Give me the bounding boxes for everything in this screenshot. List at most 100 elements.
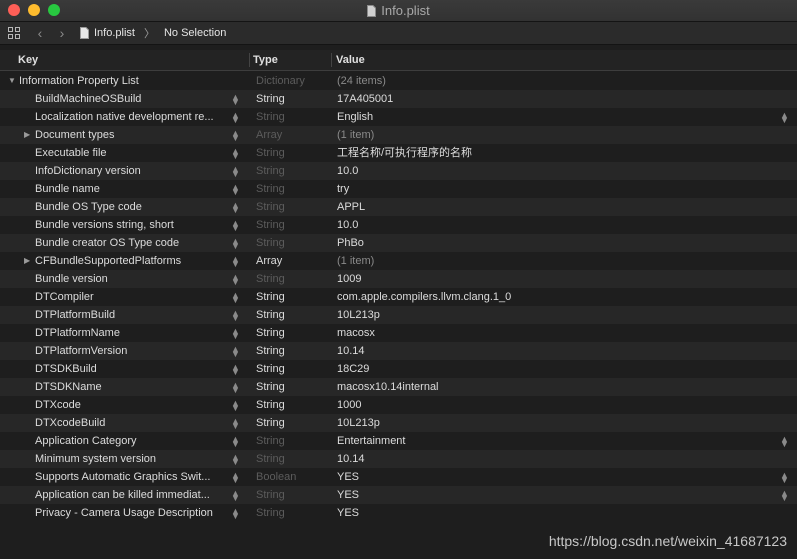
table-row[interactable]: DTSDKBuild ▲ ▼ String 18C29 — [0, 360, 797, 378]
row-value[interactable]: 10.0 — [337, 216, 767, 234]
key-popup-stepper-icon[interactable]: ▲ ▼ — [231, 328, 241, 340]
row-type[interactable]: String — [256, 378, 326, 396]
related-items-icon[interactable] — [8, 27, 20, 39]
table-row[interactable]: DTPlatformName ▲ ▼ String macosx — [0, 324, 797, 342]
row-value[interactable]: macosx10.14internal — [337, 378, 767, 396]
row-key[interactable]: BuildMachineOSBuild — [35, 90, 228, 108]
table-row[interactable]: BuildMachineOSBuild ▲ ▼ String 17A405001 — [0, 90, 797, 108]
row-value[interactable]: 10L213p — [337, 306, 767, 324]
key-popup-stepper-icon[interactable]: ▲ ▼ — [231, 274, 241, 286]
row-type[interactable]: String — [256, 306, 326, 324]
key-popup-stepper-icon[interactable]: ▲ ▼ — [231, 112, 241, 124]
row-key[interactable]: DTPlatformName — [35, 324, 228, 342]
key-popup-stepper-icon[interactable]: ▲ ▼ — [231, 238, 241, 250]
table-row[interactable]: Localization native development re... ▲ ▼ S… — [0, 108, 797, 126]
row-type[interactable]: String — [256, 432, 326, 450]
row-value[interactable]: 18C29 — [337, 360, 767, 378]
column-divider[interactable] — [249, 53, 250, 67]
disclosure-collapsed-icon[interactable]: ▶ — [24, 252, 32, 270]
key-popup-stepper-icon[interactable]: ▲ ▼ — [231, 508, 241, 520]
row-type[interactable]: String — [256, 504, 326, 522]
table-row[interactable]: Executable file ▲ ▼ String 工程名称/可执行程序的名称 — [0, 144, 797, 162]
disclosure-collapsed-icon[interactable]: ▶ — [24, 126, 32, 144]
key-popup-stepper-icon[interactable]: ▲ ▼ — [231, 364, 241, 376]
table-row[interactable]: Application can be killed immediat... ▲ ▼ S… — [0, 486, 797, 504]
row-value[interactable]: Entertainment — [337, 432, 767, 450]
row-key[interactable]: DTXcodeBuild — [35, 414, 228, 432]
key-popup-stepper-icon[interactable]: ▲ ▼ — [231, 184, 241, 196]
row-value[interactable]: 10.0 — [337, 162, 767, 180]
table-row[interactable]: InfoDictionary version ▲ ▼ String 10.0 — [0, 162, 797, 180]
back-button[interactable]: ‹ — [34, 25, 46, 41]
key-popup-stepper-icon[interactable]: ▲ ▼ — [231, 130, 241, 142]
row-key[interactable]: CFBundleSupportedPlatforms — [35, 252, 228, 270]
key-popup-stepper-icon[interactable]: ▲ ▼ — [231, 418, 241, 430]
row-key[interactable]: DTPlatformVersion — [35, 342, 228, 360]
table-row[interactable]: Supports Automatic Graphics Swit... ▲ ▼ Boo… — [0, 468, 797, 486]
row-type[interactable]: String — [256, 324, 326, 342]
table-row-root[interactable]: ▼ Information Property List Dictionary (… — [0, 72, 797, 90]
key-popup-stepper-icon[interactable]: ▲ ▼ — [231, 436, 241, 448]
row-key[interactable]: Bundle creator OS Type code — [35, 234, 228, 252]
row-value[interactable]: macosx — [337, 324, 767, 342]
table-row[interactable]: DTCompiler ▲ ▼ String com.apple.compilers.ll… — [0, 288, 797, 306]
table-row[interactable]: Bundle name ▲ ▼ String try — [0, 180, 797, 198]
key-popup-stepper-icon[interactable]: ▲ ▼ — [231, 256, 241, 268]
value-popup-stepper-icon[interactable]: ▲ ▼ — [780, 436, 790, 448]
table-row[interactable]: DTXcodeBuild ▲ ▼ String 10L213p — [0, 414, 797, 432]
row-type[interactable]: String — [256, 396, 326, 414]
row-value[interactable]: YES — [337, 468, 767, 486]
row-value[interactable]: 1000 — [337, 396, 767, 414]
row-value[interactable]: 10.14 — [337, 342, 767, 360]
column-value-header[interactable]: Value — [336, 50, 365, 70]
key-popup-stepper-icon[interactable]: ▲ ▼ — [231, 166, 241, 178]
row-value[interactable]: com.apple.compilers.llvm.clang.1_0 — [337, 288, 767, 306]
row-key[interactable]: Executable file — [35, 144, 228, 162]
table-row[interactable]: ▶ Document types ▲ ▼ Array (1 item) — [0, 126, 797, 144]
key-popup-stepper-icon[interactable]: ▲ ▼ — [231, 490, 241, 502]
table-row[interactable]: Privacy - Camera Usage Description ▲ ▼ Stri… — [0, 504, 797, 522]
row-value[interactable]: 17A405001 — [337, 90, 767, 108]
row-key[interactable]: DTPlatformBuild — [35, 306, 228, 324]
row-type[interactable]: Dictionary — [256, 72, 326, 90]
row-key[interactable]: DTSDKName — [35, 378, 228, 396]
row-value[interactable]: try — [337, 180, 767, 198]
table-row[interactable]: Bundle creator OS Type code ▲ ▼ String PhBo — [0, 234, 797, 252]
key-popup-stepper-icon[interactable]: ▲ ▼ — [231, 472, 241, 484]
row-value[interactable]: PhBo — [337, 234, 767, 252]
table-row[interactable]: Application Category ▲ ▼ String Entertainmen… — [0, 432, 797, 450]
row-type[interactable]: String — [256, 108, 326, 126]
row-key[interactable]: Minimum system version — [35, 450, 228, 468]
row-value[interactable]: English — [337, 108, 767, 126]
breadcrumb-file[interactable]: Info.plist — [94, 27, 135, 39]
key-popup-stepper-icon[interactable]: ▲ ▼ — [231, 454, 241, 466]
row-value[interactable]: 10L213p — [337, 414, 767, 432]
row-key[interactable]: Application can be killed immediat... — [35, 486, 228, 504]
forward-button[interactable]: › — [56, 25, 68, 41]
value-popup-stepper-icon[interactable]: ▲ ▼ — [780, 112, 790, 124]
row-type[interactable]: String — [256, 414, 326, 432]
key-popup-stepper-icon[interactable]: ▲ ▼ — [231, 400, 241, 412]
row-type[interactable]: Array — [256, 126, 326, 144]
table-row[interactable]: Bundle versions string, short ▲ ▼ String 10.… — [0, 216, 797, 234]
table-row[interactable]: Bundle OS Type code ▲ ▼ String APPL — [0, 198, 797, 216]
row-key[interactable]: Bundle versions string, short — [35, 216, 228, 234]
row-key[interactable]: Localization native development re... — [35, 108, 228, 126]
row-key[interactable]: Bundle OS Type code — [35, 198, 228, 216]
column-key-header[interactable]: Key — [18, 50, 38, 70]
row-type[interactable]: String — [256, 180, 326, 198]
column-type-header[interactable]: Type — [253, 50, 278, 70]
key-popup-stepper-icon[interactable]: ▲ ▼ — [231, 202, 241, 214]
row-key[interactable]: Bundle version — [35, 270, 228, 288]
key-popup-stepper-icon[interactable]: ▲ ▼ — [231, 346, 241, 358]
row-type[interactable]: String — [256, 198, 326, 216]
row-type[interactable]: Array — [256, 252, 326, 270]
table-row[interactable]: ▶ CFBundleSupportedPlatforms ▲ ▼ Array (1 ite… — [0, 252, 797, 270]
row-type[interactable]: String — [256, 216, 326, 234]
row-type[interactable]: String — [256, 360, 326, 378]
row-value[interactable]: 工程名称/可执行程序的名称 — [337, 144, 767, 162]
row-key[interactable]: Supports Automatic Graphics Swit... — [35, 468, 228, 486]
key-popup-stepper-icon[interactable]: ▲ ▼ — [231, 382, 241, 394]
row-type[interactable]: Boolean — [256, 468, 326, 486]
row-type[interactable]: String — [256, 90, 326, 108]
